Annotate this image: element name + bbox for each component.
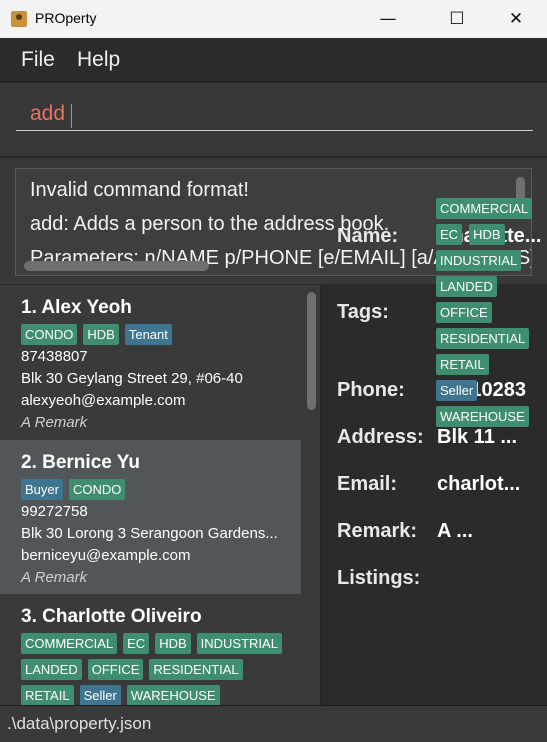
person-address: Blk 30 Lorong 3 Serangoon Gardens... bbox=[21, 525, 278, 542]
detail-tag-row: EC HDB bbox=[436, 224, 532, 245]
person-email: berniceyu@example.com bbox=[21, 547, 191, 564]
person-remark: A Remark bbox=[21, 569, 88, 586]
detail-label-tags: Tags: bbox=[337, 301, 389, 323]
detail-tag: Seller bbox=[436, 380, 478, 401]
command-text[interactable]: add bbox=[30, 102, 65, 126]
app-icon bbox=[11, 11, 27, 27]
tag-list: CONDO HDB Tenant bbox=[21, 324, 172, 345]
person-name: 2. Bernice Yu bbox=[21, 452, 140, 473]
tag: OFFICE bbox=[87, 659, 144, 680]
detail-label-phone: Phone: bbox=[337, 379, 405, 401]
detail-label-remark: Remark: bbox=[337, 520, 418, 542]
tag: LANDED bbox=[21, 659, 82, 680]
tag-list: COMMERCIAL EC HDB INDUSTRIAL bbox=[21, 633, 282, 654]
tag-list: RETAIL Seller WAREHOUSE bbox=[21, 685, 220, 705]
detail-label-email: Email: bbox=[337, 473, 398, 495]
status-bar: .\data\property.json bbox=[0, 705, 547, 742]
person-list[interactable]: 1. Alex Yeoh CONDO HDB Tenant 87438807 B… bbox=[0, 285, 320, 705]
tag: CONDO bbox=[21, 324, 78, 345]
title-bar: PROperty — ☐ ✕ bbox=[0, 0, 547, 38]
command-input[interactable]: add bbox=[16, 99, 533, 131]
detail-tag-list: COMMERCIAL EC HDB INDUSTRIAL LANDED OFFI… bbox=[436, 198, 533, 427]
tag: RETAIL bbox=[21, 685, 74, 705]
person-card[interactable]: 3. Charlotte Oliveiro COMMERCIAL EC HDB … bbox=[0, 594, 301, 705]
person-card[interactable]: 1. Alex Yeoh CONDO HDB Tenant 87438807 B… bbox=[0, 285, 301, 439]
detail-tag: RETAIL bbox=[436, 354, 489, 375]
window-title: PROperty bbox=[35, 10, 97, 26]
tag: RESIDENTIAL bbox=[149, 659, 243, 680]
person-phone: 87438807 bbox=[21, 348, 88, 365]
command-panel: add bbox=[0, 83, 547, 156]
person-name: 1. Alex Yeoh bbox=[21, 297, 132, 318]
tag-list: Buyer CONDO bbox=[21, 479, 126, 500]
tag-list: LANDED OFFICE RESIDENTIAL bbox=[21, 659, 243, 680]
detail-tag: HDB bbox=[469, 224, 505, 245]
detail-tag: OFFICE bbox=[436, 302, 492, 323]
detail-address: Blk 11 ... bbox=[437, 426, 518, 448]
person-phone: 99272758 bbox=[21, 503, 88, 520]
text-cursor bbox=[71, 104, 72, 128]
detail-tag: EC bbox=[436, 224, 463, 245]
detail-tag: LANDED bbox=[436, 276, 497, 297]
data-file-path: .\data\property.json bbox=[7, 714, 152, 733]
detail-label-address: Address: bbox=[337, 426, 424, 448]
detail-label-name: Name: bbox=[337, 225, 399, 247]
tag: HDB bbox=[83, 324, 119, 345]
tag: INDUSTRIAL bbox=[196, 633, 282, 654]
result-line: Invalid command format! bbox=[30, 179, 249, 201]
menu-help[interactable]: Help bbox=[77, 48, 120, 72]
detail-tag: WAREHOUSE bbox=[436, 406, 529, 427]
tag: CONDO bbox=[68, 479, 126, 500]
detail-tag: RESIDENTIAL bbox=[436, 328, 530, 349]
detail-tag: INDUSTRIAL bbox=[436, 250, 522, 271]
tag: COMMERCIAL bbox=[21, 633, 118, 654]
person-address: Blk 30 Geylang Street 29, #06-40 bbox=[21, 370, 243, 387]
result-line: add: Adds a person to the address book. bbox=[30, 213, 390, 235]
tag: Tenant bbox=[124, 324, 172, 345]
list-scrollbar[interactable] bbox=[307, 292, 316, 410]
maximize-button[interactable]: ☐ bbox=[434, 0, 480, 38]
menu-file[interactable]: File bbox=[21, 48, 55, 72]
tag: Seller bbox=[79, 685, 121, 705]
detail-email: charlot... bbox=[437, 473, 521, 495]
minimize-button[interactable]: — bbox=[365, 0, 411, 38]
menu-bar: File Help bbox=[0, 38, 547, 82]
tag: EC bbox=[123, 633, 150, 654]
detail-label-listings: Listings: bbox=[337, 567, 421, 589]
detail-tag: COMMERCIAL bbox=[436, 198, 533, 219]
tag: Buyer bbox=[21, 479, 63, 500]
tag: WAREHOUSE bbox=[126, 685, 220, 705]
tag: HDB bbox=[155, 633, 191, 654]
detail-remark: A ... bbox=[437, 520, 473, 542]
person-email: alexyeoh@example.com bbox=[21, 392, 186, 409]
close-button[interactable]: ✕ bbox=[493, 0, 539, 38]
result-horizontal-scrollbar[interactable] bbox=[24, 261, 209, 271]
person-remark: A Remark bbox=[21, 414, 88, 431]
person-card-selected[interactable]: 2. Bernice Yu Buyer CONDO 99272758 Blk 3… bbox=[0, 440, 301, 594]
person-name: 3. Charlotte Oliveiro bbox=[21, 606, 202, 627]
